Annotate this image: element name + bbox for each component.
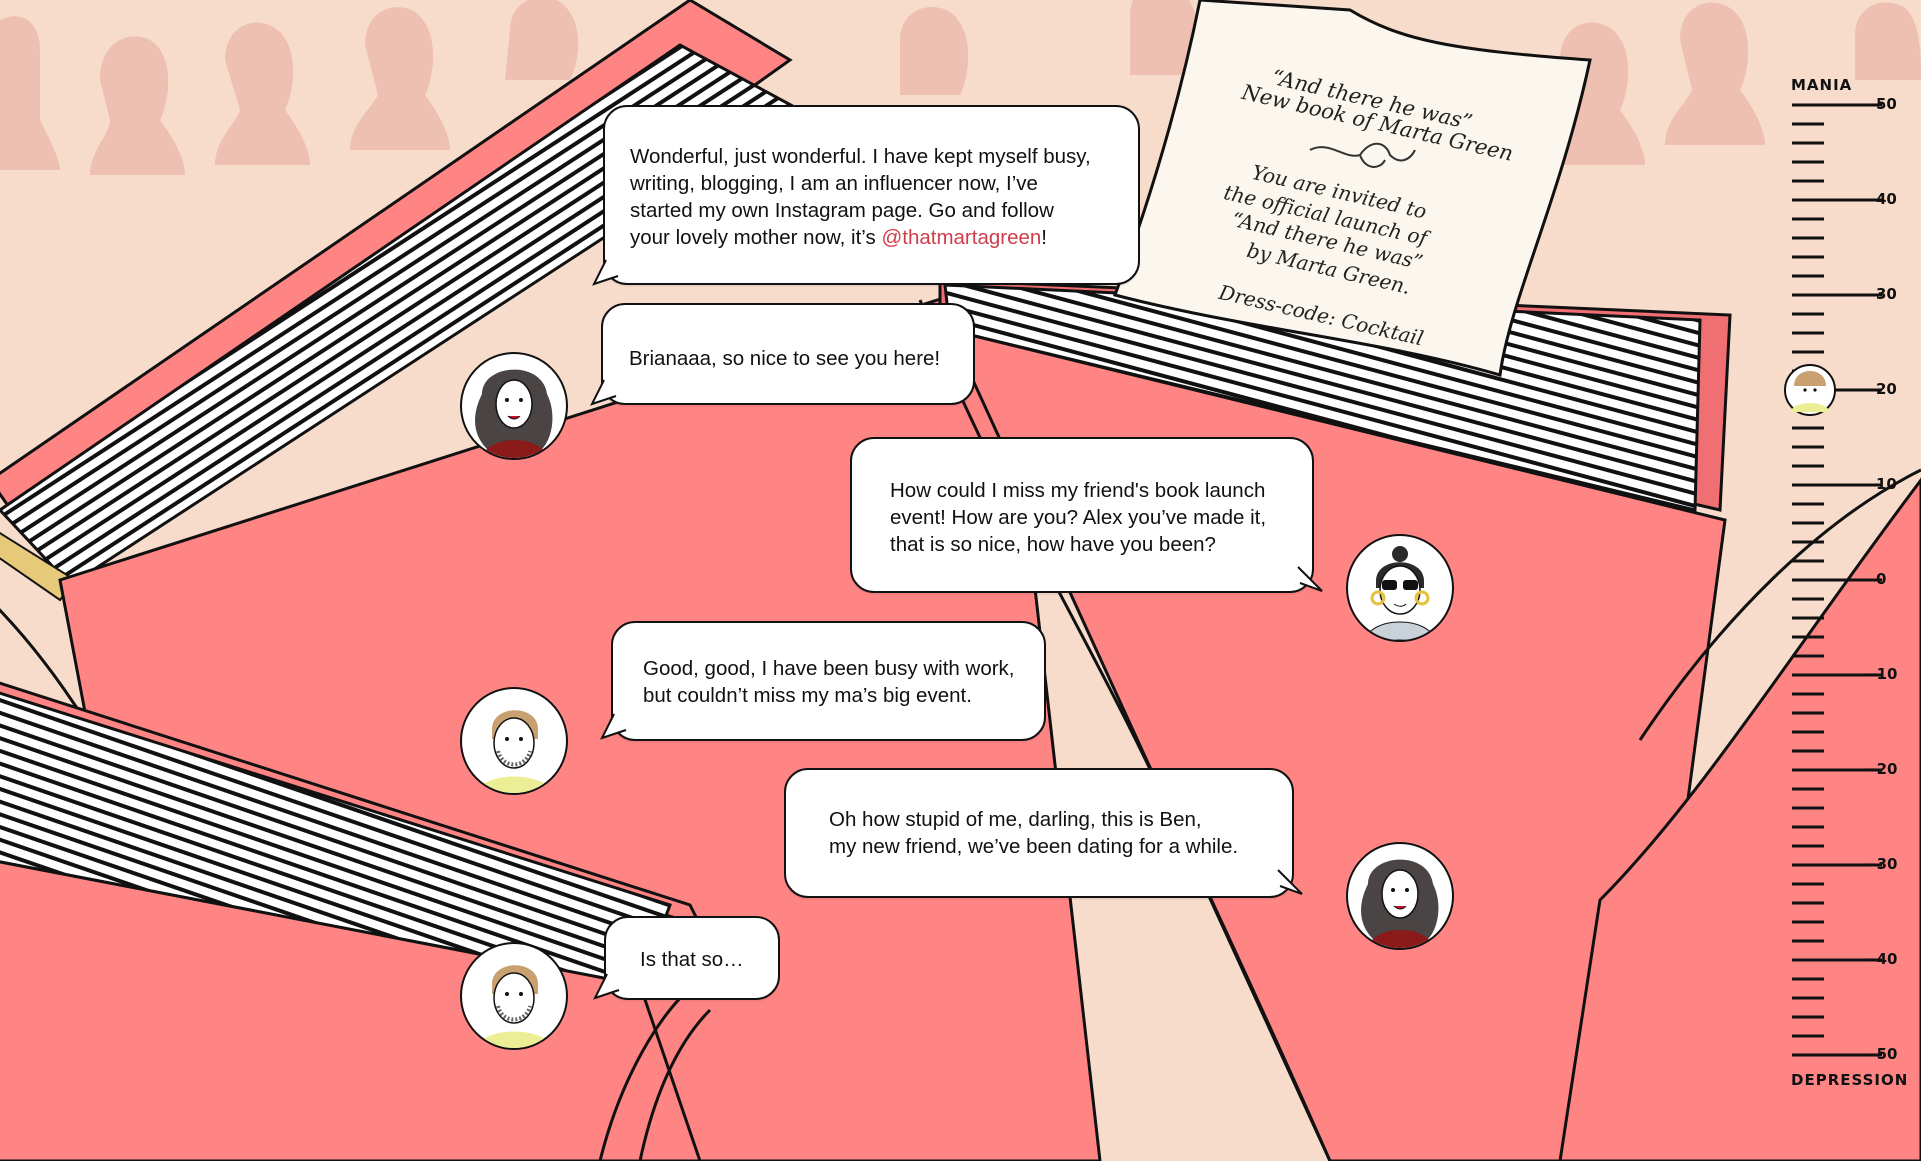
message-bubble: Is that so…: [604, 916, 780, 1000]
bubble-tail: [600, 713, 627, 740]
alex-avatar-icon: [460, 942, 568, 1050]
scale-tick-label: 0: [1876, 570, 1887, 588]
scale-tick-label: −50: [1864, 1045, 1898, 1063]
instagram-handle-link[interactable]: @thatmartagreen: [881, 226, 1041, 249]
message-bubble: How could I miss my friend's book launch…: [850, 437, 1314, 593]
scale-ruler: [1784, 103, 1882, 1057]
scale-tick-label: −40: [1864, 950, 1898, 968]
marta-avatar-icon: [1346, 842, 1454, 950]
bubble-tail: [1297, 566, 1323, 592]
scale-tick-label: −30: [1864, 855, 1898, 873]
message-text: How could I miss my friend's book launch…: [890, 479, 1267, 556]
message-text: !: [1041, 226, 1047, 249]
scale-tick-label: −10: [1864, 665, 1898, 683]
depression-label: DEPRESSION: [1791, 1071, 1909, 1089]
message-bubble: Brianaaa, so nice to see you here!: [601, 303, 975, 405]
message-text: Good, good, I have been busy with work, …: [643, 657, 1015, 707]
alex-face-icon: [1784, 364, 1836, 416]
message-text: Is that so…: [640, 948, 744, 971]
scale-tick-label: 50: [1876, 95, 1897, 113]
briana-avatar-icon: [1346, 534, 1454, 642]
message-text: Oh how stupid of me, darling, this is Be…: [829, 808, 1239, 858]
message-bubble: Wonderful, just wonderful. I have kept m…: [603, 105, 1140, 285]
alex-avatar-icon: [460, 687, 568, 795]
scale-tick-label: 20: [1876, 380, 1897, 398]
message-text: Brianaaa, so nice to see you here!: [629, 347, 941, 370]
scale-tick-label: 40: [1876, 190, 1897, 208]
scale-tick-label: −20: [1864, 760, 1898, 778]
scale-tick-label: 30: [1876, 285, 1897, 303]
marta-avatar-icon: [460, 352, 568, 460]
scale-tick-label: 10: [1876, 475, 1897, 493]
mood-scale: MANIA DEPRESSION 50 40 30 20 10 0 −10 −20 −30 −40…: [1780, 70, 1921, 1100]
bubble-tail: [1277, 869, 1303, 895]
message-bubble: Good, good, I have been busy with work, …: [611, 621, 1046, 741]
bubble-tail: [593, 973, 620, 1000]
bubble-tail: [592, 259, 619, 286]
message-bubble: Oh how stupid of me, darling, this is Be…: [784, 768, 1294, 898]
bubble-tail: [590, 379, 617, 406]
